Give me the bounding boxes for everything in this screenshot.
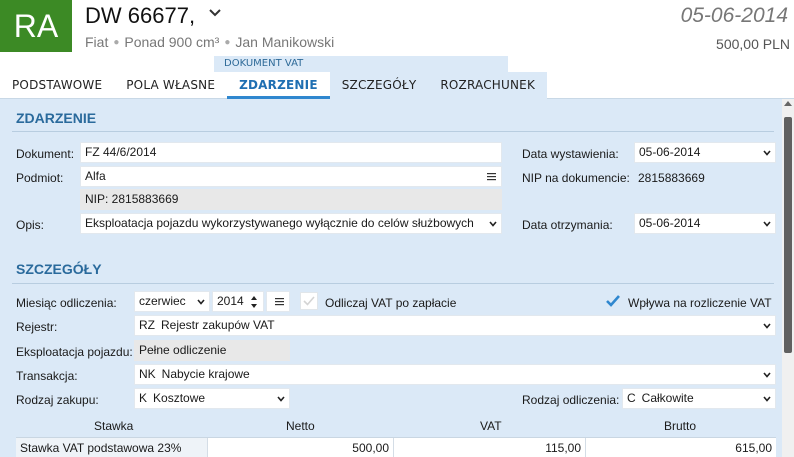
miesiac-label: Miesiąc odliczenia: <box>16 296 117 310</box>
rodzaj-zakupu-select[interactable]: K Kosztowe <box>134 388 290 409</box>
table-header-vat: VAT <box>480 419 502 433</box>
wplywa-label: Wpływa na rozliczenie VAT <box>628 296 772 310</box>
opis-select[interactable]: Eksploatacja pojazdu wykorzystywanego wy… <box>80 213 502 234</box>
table-cell-vat[interactable]: 115,00 <box>394 438 586 457</box>
table-cell-netto[interactable]: 500,00 <box>208 438 394 457</box>
nip-dokument-label: NIP na dokumencie: <box>522 171 630 185</box>
transakcja-label: Transakcja: <box>16 369 78 383</box>
list-icon[interactable] <box>487 172 496 181</box>
vehicle-make: Fiat <box>85 34 109 50</box>
chevron-down-icon[interactable] <box>208 6 222 20</box>
dokument-label: Dokument: <box>16 147 75 161</box>
data-otrzymania-label: Data otrzymania: <box>522 218 613 232</box>
odliczaj-checkbox[interactable] <box>300 292 318 310</box>
rok-stepper[interactable]: 2014 <box>212 291 264 312</box>
header-date: 05-06-2014 <box>680 4 788 27</box>
form-panel: ZDARZENIE Dokument: FZ 44/6/2014 Data wy… <box>0 99 782 457</box>
scroll-thumb[interactable] <box>784 117 792 353</box>
section-title-szczegoly: SZCZEGÓŁY <box>16 261 102 277</box>
table-header-netto: Netto <box>286 419 315 433</box>
rodzaj-odliczenia-label: Rodzaj odliczenia: <box>522 393 620 407</box>
tab-zdarzenie[interactable]: ZDARZENIE <box>227 72 330 99</box>
tab-bar: PODSTAWOWE POLA WŁASNE ZDARZENIE SZCZEGÓ… <box>0 72 794 99</box>
wplywa-checkbox[interactable] <box>604 292 622 310</box>
stepper-arrows-icon[interactable] <box>250 295 258 309</box>
opis-label: Opis: <box>16 218 45 232</box>
data-otrzymania-picker[interactable]: 05-06-2014 <box>634 213 776 234</box>
chevron-down-icon[interactable] <box>763 322 771 330</box>
chevron-down-icon[interactable] <box>277 395 285 403</box>
table-cell-brutto[interactable]: 615,00 <box>586 438 776 457</box>
tab-rozrachunek[interactable]: ROZRACHUNEK <box>428 72 548 99</box>
avatar: RA <box>0 0 72 52</box>
document-subtitle: Fiat ● Ponad 900 cm³ ● Jan Manikowski <box>85 34 335 50</box>
document-header: RA DW 66677, Fiat ● Ponad 900 cm³ ● Jan Mani… <box>0 0 794 56</box>
section-divider <box>12 283 774 284</box>
eksploatacja-label: Eksploatacja pojazdu: <box>16 345 133 359</box>
engine-capacity: Ponad 900 cm³ <box>124 34 220 50</box>
section-title-zdarzenie: ZDARZENIE <box>16 110 97 126</box>
tab-pola-wlasne[interactable]: POLA WŁASNE <box>114 72 227 99</box>
podmiot-input[interactable]: Alfa <box>80 166 502 187</box>
tab-podstawowe[interactable]: PODSTAWOWE <box>0 72 114 99</box>
chevron-down-icon[interactable] <box>197 298 205 306</box>
tab-group-label: DOKUMENT VAT <box>214 56 508 72</box>
rejestr-label: Rejestr: <box>16 320 58 334</box>
rodzaj-odliczenia-select[interactable]: C Całkowite <box>622 388 776 409</box>
table-header-stawka: Stawka <box>94 419 134 433</box>
rejestr-select[interactable]: RZ Rejestr zakupów VAT <box>134 315 776 336</box>
nip-readonly: NIP: 2815883669 <box>80 189 502 210</box>
scroll-up-icon[interactable] <box>784 101 792 106</box>
tab-szczegoly[interactable]: SZCZEGÓŁY <box>329 72 429 99</box>
table-header-brutto: Brutto <box>664 419 697 433</box>
chevron-down-icon[interactable] <box>763 371 771 379</box>
vertical-scrollbar[interactable] <box>782 99 794 457</box>
list-icon <box>275 298 284 306</box>
eksploatacja-readonly: Pełne odliczenie <box>134 340 290 361</box>
table-cell-stawka: Stawka VAT podstawowa 23% <box>16 438 208 457</box>
data-wystawienia-picker[interactable]: 05-06-2014 <box>634 142 776 163</box>
data-wystawienia-label: Data wystawienia: <box>522 147 619 161</box>
rodzaj-zakupu-label: Rodzaj zakupu: <box>16 393 99 407</box>
rok-list-button[interactable] <box>266 291 290 312</box>
document-title: DW 66677, <box>85 3 196 28</box>
chevron-down-icon[interactable] <box>763 220 771 228</box>
section-divider <box>12 131 774 132</box>
chevron-down-icon[interactable] <box>489 220 497 228</box>
transakcja-select[interactable]: NK Nabycie krajowe <box>134 364 776 385</box>
table-row[interactable]: Stawka VAT podstawowa 23% 500,00 115,00 … <box>16 437 776 457</box>
miesiac-select[interactable]: czerwiec <box>134 291 210 312</box>
dokument-input[interactable]: FZ 44/6/2014 <box>80 142 502 163</box>
podmiot-label: Podmiot: <box>16 171 64 185</box>
owner-name: Jan Manikowski <box>235 34 335 50</box>
nip-dokument-value: 2815883669 <box>638 171 705 185</box>
odliczaj-label: Odliczaj VAT po zapłacie <box>325 296 457 310</box>
header-amount: 500,00 PLN <box>716 36 790 52</box>
chevron-down-icon[interactable] <box>763 395 771 403</box>
chevron-down-icon[interactable] <box>763 149 771 157</box>
